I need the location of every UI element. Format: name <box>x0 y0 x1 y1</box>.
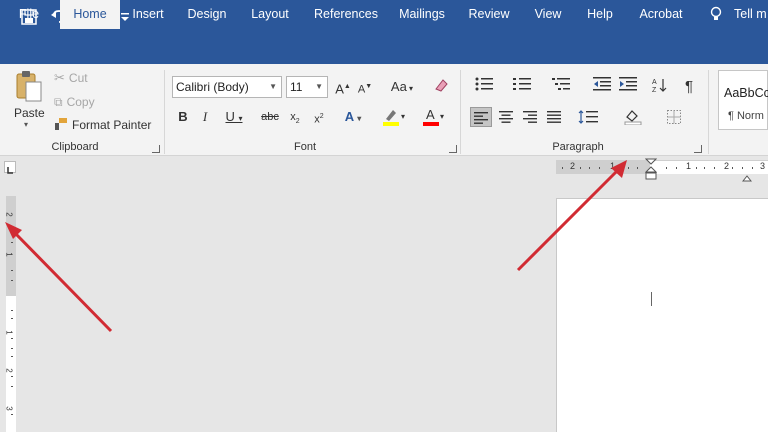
arrow-to-vertical-ruler <box>5 222 113 333</box>
annotation-arrows <box>5 160 627 333</box>
arrow-to-horizontal-ruler <box>516 160 627 272</box>
